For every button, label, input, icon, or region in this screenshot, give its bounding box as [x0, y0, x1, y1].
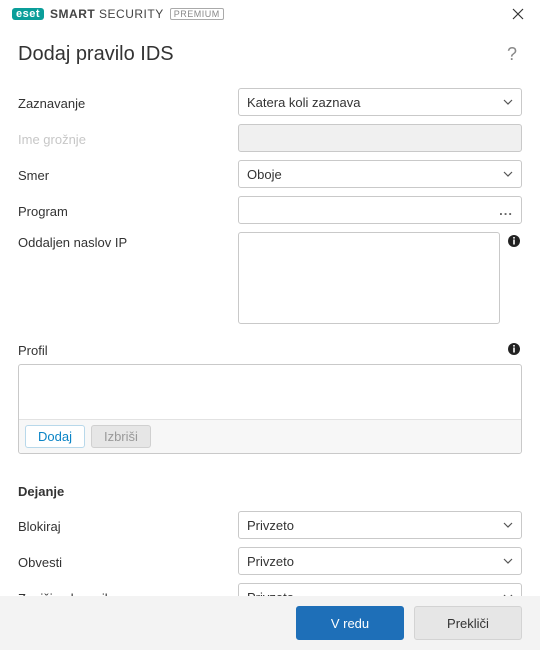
brand: eset SMART SECURITY PREMIUM	[12, 7, 224, 21]
info-icon[interactable]	[506, 342, 522, 356]
cancel-button[interactable]: Prekliči	[414, 606, 522, 640]
delete-profile-button: Izbriši	[91, 425, 151, 448]
brand-eset-logo: eset	[12, 8, 44, 20]
notify-value: Privzeto	[247, 554, 294, 569]
close-icon	[512, 8, 524, 20]
notify-select[interactable]: Privzeto	[238, 547, 522, 575]
direction-value: Oboje	[247, 167, 282, 182]
brand-product-name: SMART SECURITY	[50, 7, 164, 21]
remote-ip-label: Oddaljen naslov IP	[18, 232, 238, 250]
program-input[interactable]: ...	[238, 196, 522, 224]
block-label: Blokiraj	[18, 516, 238, 534]
profile-box: Dodaj Izbriši	[18, 364, 522, 454]
notify-label: Obvesti	[18, 552, 238, 570]
dialog-footer: V redu Prekliči	[0, 596, 540, 650]
threat-name-label: Ime grožnje	[18, 129, 238, 147]
browse-button[interactable]: ...	[499, 203, 513, 218]
ok-button[interactable]: V redu	[296, 606, 404, 640]
direction-select[interactable]: Oboje	[238, 160, 522, 188]
profile-actions: Dodaj Izbriši	[19, 419, 521, 453]
info-icon[interactable]	[506, 234, 522, 248]
action-section-heading: Dejanje	[18, 484, 522, 499]
ids-rule-dialog: eset SMART SECURITY PREMIUM Dodaj pravil…	[0, 0, 540, 650]
detection-value: Katera koli zaznava	[247, 95, 360, 110]
threat-name-select	[238, 124, 522, 152]
detection-label: Zaznavanje	[18, 93, 238, 111]
block-select[interactable]: Privzeto	[238, 511, 522, 539]
profile-label: Profil	[18, 340, 500, 358]
chevron-down-icon	[503, 556, 513, 566]
chevron-down-icon	[503, 97, 513, 107]
profile-list[interactable]	[19, 365, 521, 419]
titlebar: eset SMART SECURITY PREMIUM	[0, 0, 540, 29]
close-button[interactable]	[504, 0, 532, 28]
chevron-down-icon	[503, 520, 513, 530]
add-profile-button[interactable]: Dodaj	[25, 425, 85, 448]
page-title: Dodaj pravilo IDS	[18, 43, 174, 66]
remote-ip-input[interactable]	[238, 232, 500, 324]
help-button[interactable]: ?	[502, 44, 522, 65]
brand-premium-badge: PREMIUM	[170, 8, 224, 20]
program-label: Program	[18, 201, 238, 219]
chevron-down-icon	[503, 169, 513, 179]
direction-label: Smer	[18, 165, 238, 183]
detection-select[interactable]: Katera koli zaznava	[238, 88, 522, 116]
block-value: Privzeto	[247, 518, 294, 533]
